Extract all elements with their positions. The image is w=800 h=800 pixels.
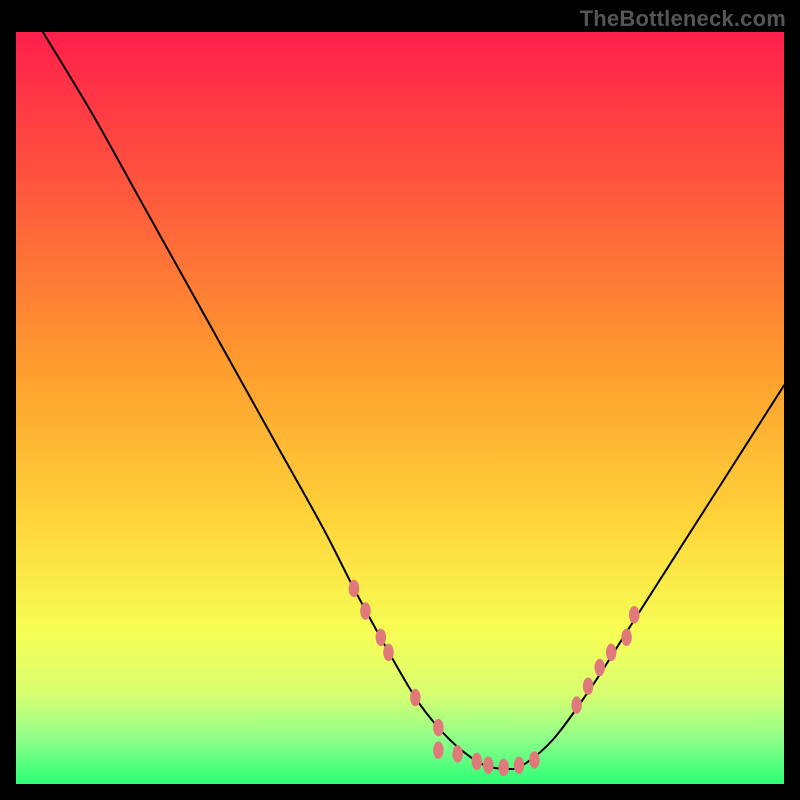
marker-dot	[514, 756, 525, 774]
marker-dot	[433, 741, 444, 759]
marker-dot	[606, 644, 617, 662]
marker-dot	[452, 745, 463, 763]
marker-dot	[472, 753, 483, 771]
marker-dot	[583, 677, 594, 695]
marker-dot	[410, 689, 421, 707]
marker-dot	[571, 696, 582, 714]
marker-dot	[498, 759, 509, 777]
chart-stage: TheBottleneck.com	[0, 0, 800, 800]
marker-dot	[383, 644, 394, 662]
marker-dot	[621, 629, 632, 647]
marker-dot	[483, 756, 494, 774]
marker-dot	[349, 580, 360, 598]
bottleneck-chart	[0, 0, 800, 800]
marker-dot	[594, 659, 605, 677]
marker-dot	[629, 606, 640, 624]
marker-dot	[360, 602, 371, 620]
watermark-text: TheBottleneck.com	[580, 6, 786, 32]
marker-dot	[433, 719, 444, 737]
marker-dot	[376, 629, 387, 647]
marker-dot	[529, 751, 540, 769]
